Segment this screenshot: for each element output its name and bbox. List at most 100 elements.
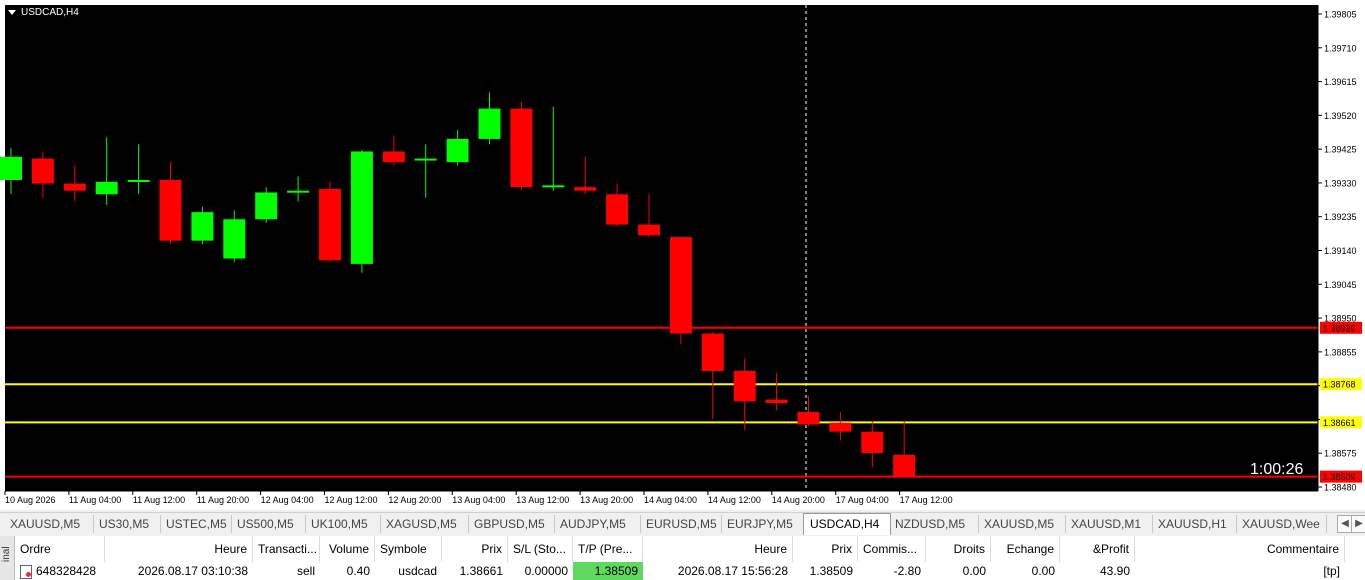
candle-body [382, 151, 405, 163]
table-row[interactable]: 648328428 2026.08.17 03:10:38 sell 0.40 usdc… [15, 562, 1365, 580]
column-header[interactable]: &Profit [1060, 536, 1135, 562]
column-header[interactable]: Heure [105, 536, 253, 562]
history-table-header: Ordre Heure Transacti... Volume Symbole Prix S… [15, 536, 1365, 562]
tab-audjpy-m5[interactable]: AUDJPY,M5 [554, 515, 641, 533]
chart-tab-bar: XAUUSD,M5 US30,M5 USTEC,M5 US500,M5 UK100,M5… [0, 512, 1365, 535]
column-header[interactable]: Commentaire [1135, 536, 1345, 562]
candle-body [765, 399, 788, 404]
time-tick-label: 13 Aug 12:00 [516, 495, 569, 505]
candle-body [0, 156, 22, 180]
column-header[interactable]: Volume [320, 536, 375, 562]
tab-eurusd-m5[interactable]: EURUSD,M5 [640, 515, 722, 533]
column-header[interactable]: Ordre [15, 536, 105, 562]
price-tick-label: 1.39425 [1324, 145, 1357, 155]
column-header[interactable]: Droits [926, 536, 991, 562]
table-cell: 43.90 [1099, 564, 1130, 578]
price-tick-label: 1.39805 [1324, 10, 1357, 20]
candle-body [478, 108, 501, 139]
price-tick-label: 1.38480 [1324, 483, 1357, 493]
table-cell: usdcad [398, 564, 437, 578]
tab-xauusd-m5[interactable]: XAUUSD,M5 [978, 515, 1066, 533]
time-tick-label: 17 Aug 12:00 [900, 495, 953, 505]
candle-body [638, 224, 660, 236]
price-tick-label: 1.38855 [1324, 347, 1357, 357]
time-tick-label: 12 Aug 20:00 [388, 495, 441, 505]
price-tick-label: 1.39330 [1324, 178, 1357, 188]
tab-xagusd-m5[interactable]: XAGUSD,M5 [380, 515, 469, 533]
chart-symbol-label[interactable]: USDCAD,H4 [8, 7, 79, 18]
candle-body [574, 187, 597, 191]
price-level-label: 1.38926 [1323, 323, 1356, 333]
column-header[interactable]: Prix [793, 536, 858, 562]
candle-body [446, 138, 469, 163]
tab-uk100-m5[interactable]: UK100,M5 [305, 515, 381, 533]
time-tick-label: 17 Aug 04:00 [836, 495, 889, 505]
tab-gbpusd-m5[interactable]: GBPUSD,M5 [468, 515, 555, 533]
candle-body [797, 412, 820, 425]
table-cell: 2026.08.17 15:56:28 [677, 564, 788, 578]
candle-body [350, 151, 373, 264]
candle-body [191, 212, 214, 241]
time-tick-label: 14 Aug 20:00 [772, 495, 825, 505]
terminal-panel: inal Ordre Heure Transacti... Volume Symbole… [0, 536, 1365, 580]
candle-body [829, 422, 852, 432]
candle-body [414, 158, 437, 161]
candle-body [701, 333, 724, 371]
price-level-label: 1.38768 [1323, 380, 1356, 390]
candle-body [159, 179, 182, 241]
table-cell: sell [296, 564, 315, 578]
chart-menu-triangle-icon[interactable] [8, 9, 16, 15]
tab-xauusd-wee[interactable]: XAUUSD,Wee [1236, 515, 1327, 533]
candle-body [255, 192, 278, 220]
column-header[interactable]: Echange [991, 536, 1060, 562]
time-tick-label: 13 Aug 20:00 [580, 495, 633, 505]
table-cell: 0.00 [962, 564, 986, 578]
price-tick-label: 1.38575 [1324, 449, 1357, 459]
tab-us500-m5[interactable]: US500,M5 [231, 515, 306, 533]
tab-xauusd-h1[interactable]: XAUUSD,H1 [1152, 515, 1237, 533]
table-cell: -2.80 [893, 564, 921, 578]
tab-eurjpy-m5[interactable]: EURJPY,M5 [721, 515, 804, 533]
price-level-label: 1.38509 [1323, 472, 1356, 482]
column-header[interactable]: S/L (Sto... [508, 536, 573, 562]
candle-body [319, 188, 341, 261]
chart-window[interactable]: 1.39805 1.39710 1.39615 1.39520 1.39425 1.393… [0, 0, 1365, 510]
candle-body [95, 181, 118, 195]
time-tick-label: 14 Aug 12:00 [708, 495, 761, 505]
terminal-side-label[interactable]: inal [0, 536, 15, 580]
column-header[interactable]: Commis... [858, 536, 926, 562]
candle-body [31, 158, 54, 184]
tab-xauusd-m1[interactable]: XAUUSD,M1 [1065, 515, 1153, 533]
bar-countdown-timer: 1:00:26 [1250, 461, 1304, 478]
tab-scroll-right-icon[interactable]: ▶ [1351, 515, 1365, 533]
table-cell: 648328428 [15, 562, 105, 580]
column-header[interactable]: Heure [643, 536, 793, 562]
column-header[interactable]: T/P (Pre... [573, 536, 643, 562]
time-tick-label: 11 Aug 12:00 [133, 495, 185, 505]
price-chart[interactable]: 1.39805 1.39710 1.39615 1.39520 1.39425 1.393… [0, 0, 1365, 510]
order-number: 648328428 [36, 564, 97, 578]
table-cell: 0.00 [1031, 564, 1055, 578]
price-tick-label: 1.39045 [1324, 280, 1357, 290]
candle-body [733, 370, 756, 402]
column-header[interactable]: Transacti... [253, 536, 320, 562]
tab-xauusd-m5[interactable]: XAUUSD,M5 [4, 515, 94, 533]
tab-ustec-m5[interactable]: USTEC,M5 [160, 515, 232, 533]
column-header[interactable]: Symbole [375, 536, 442, 562]
tab-nzdusd-m5[interactable]: NZDUSD,M5 [889, 515, 979, 533]
price-tick-label: 1.39520 [1324, 111, 1357, 121]
candle-body [669, 237, 692, 334]
tab-us30-m5[interactable]: US30,M5 [93, 515, 161, 533]
table-cell: 1.38509 [573, 562, 643, 580]
time-tick-label: 12 Aug 12:00 [325, 495, 378, 505]
column-header[interactable]: Prix [442, 536, 508, 562]
table-cell: 1.38661 [459, 564, 503, 578]
candle-body [861, 431, 884, 454]
price-tick-label: 1.39140 [1324, 246, 1357, 256]
candle-body [223, 219, 246, 259]
candle-body [63, 183, 86, 191]
time-tick-label: 11 Aug 20:00 [197, 495, 249, 505]
tab-usdcad-h4[interactable]: USDCAD,H4 [803, 513, 891, 535]
chart-symbol-text: USDCAD,H4 [21, 7, 79, 18]
terminal-side-text: inal [1, 546, 12, 562]
